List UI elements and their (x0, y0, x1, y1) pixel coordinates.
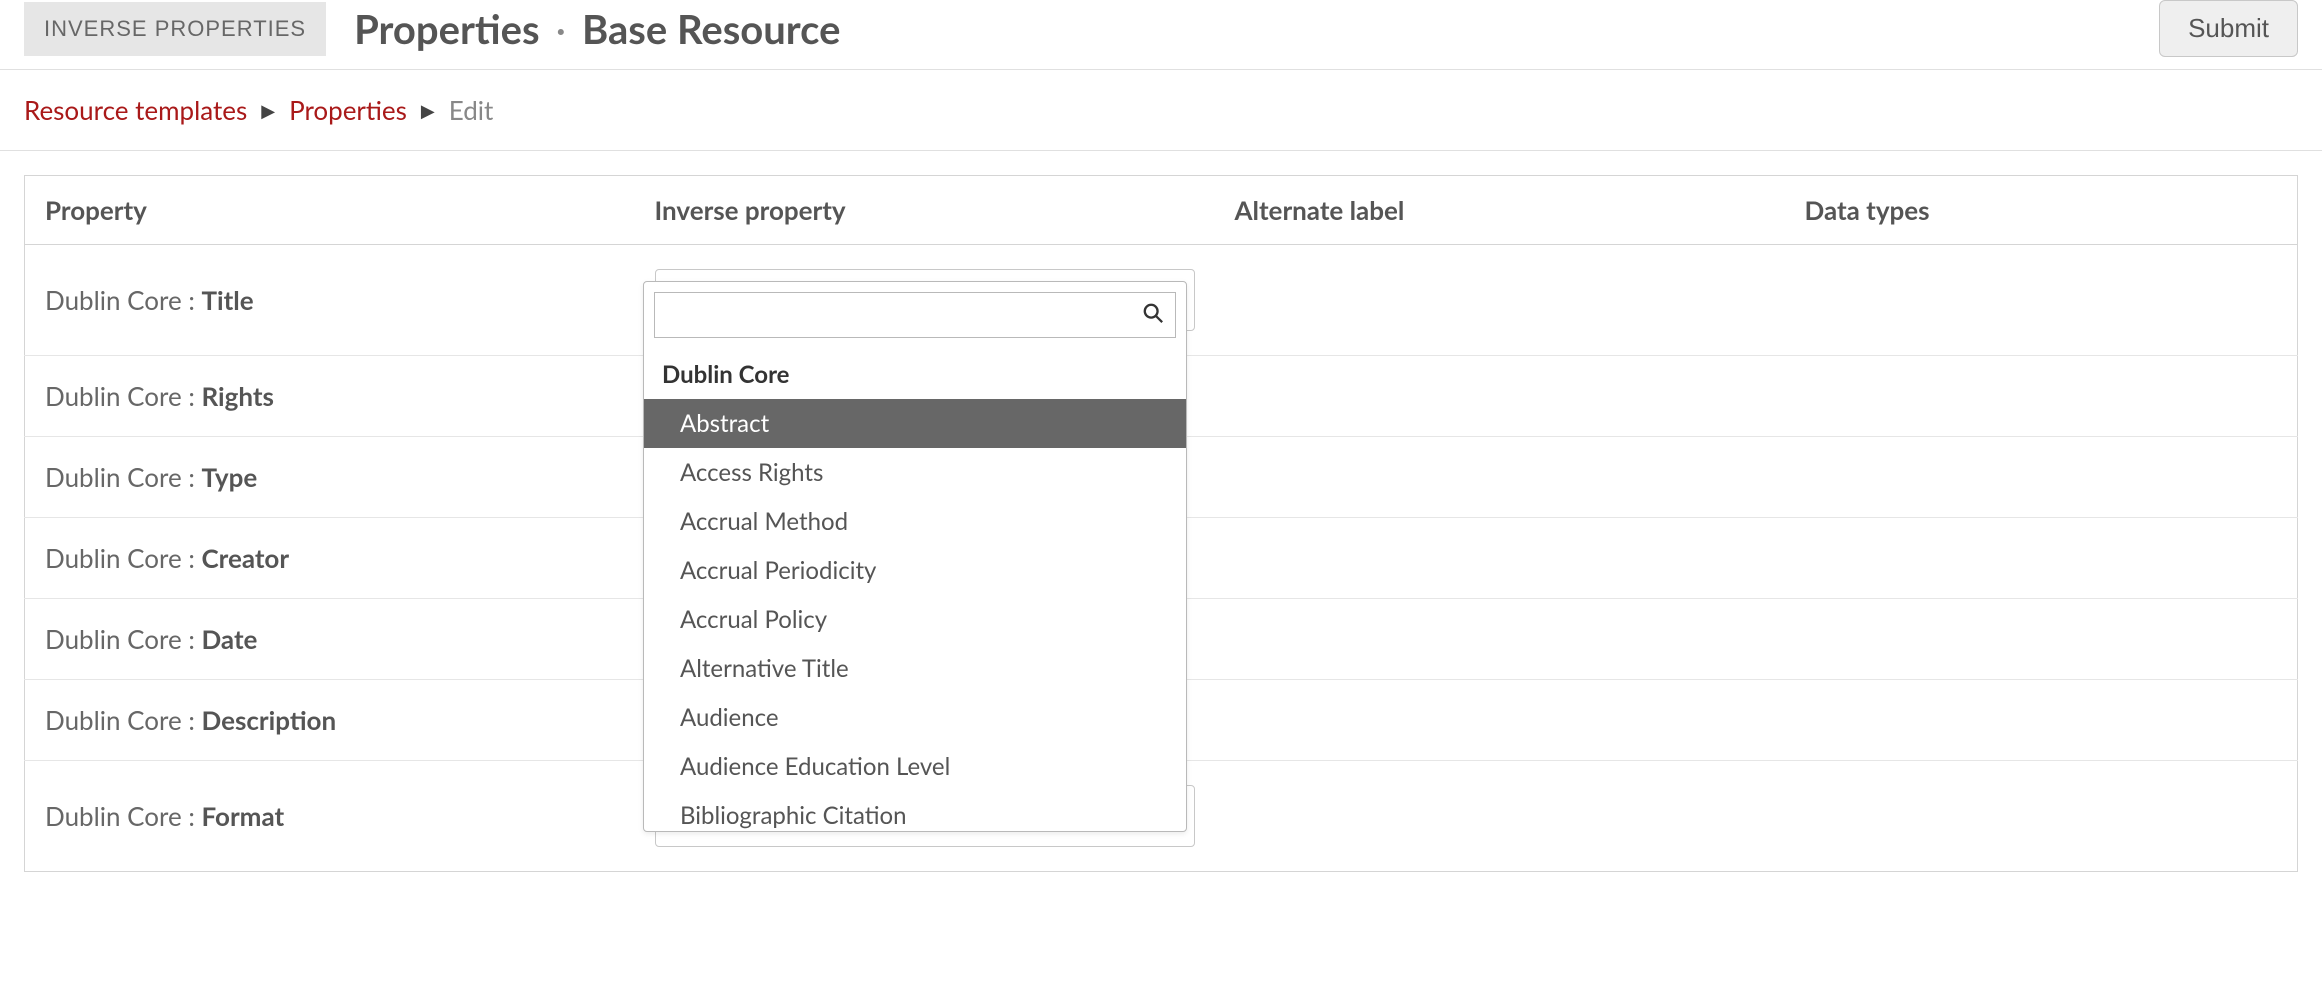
property-cell: Dublin Core : Type (25, 437, 635, 518)
property-term: Format (201, 800, 284, 832)
data-types-cell (1785, 761, 2298, 872)
page-title-main: Properties (354, 5, 539, 53)
data-types-cell (1785, 245, 2298, 356)
dropdown-item-accrual-policy[interactable]: Accrual Policy (644, 595, 1186, 644)
property-vocab: Dublin Core : (45, 800, 201, 832)
dropdown-item-audience[interactable]: Audience (644, 693, 1186, 742)
breadcrumb: Resource templates ▶ Properties ▶ Edit (0, 70, 2322, 151)
column-header-property: Property (25, 176, 635, 245)
column-header-datatypes: Data types (1785, 176, 2298, 245)
breadcrumb-separator-icon: ▶ (261, 99, 275, 122)
property-term: Rights (201, 380, 273, 412)
column-header-inverse: Inverse property (635, 176, 1215, 245)
submit-button[interactable]: Submit (2159, 0, 2298, 57)
dropdown-item-audience-education-level[interactable]: Audience Education Level (644, 742, 1186, 791)
dropdown-item-access-rights[interactable]: Access Rights (644, 448, 1186, 497)
property-vocab: Dublin Core : (45, 704, 201, 736)
dropdown-item-accrual-method[interactable]: Accrual Method (644, 497, 1186, 546)
header-left: INVERSE PROPERTIES Properties · Base Res… (24, 2, 2159, 56)
property-term: Type (201, 461, 257, 493)
property-dropdown: Dublin Core Abstract Access Rights Accru… (643, 281, 1187, 832)
page-header: INVERSE PROPERTIES Properties · Base Res… (0, 0, 2322, 70)
property-cell: Dublin Core : Rights (25, 356, 635, 437)
property-cell: Dublin Core : Format (25, 761, 635, 872)
dropdown-group-label: Dublin Core (644, 348, 1186, 399)
property-term: Description (201, 704, 336, 736)
property-vocab: Dublin Core : (45, 284, 201, 316)
properties-table-wrap: Property Inverse property Alternate labe… (0, 151, 2322, 896)
breadcrumb-current: Edit (449, 94, 494, 126)
property-vocab: Dublin Core : (45, 380, 201, 412)
dropdown-item-abstract[interactable]: Abstract (644, 399, 1186, 448)
property-cell: Dublin Core : Date (25, 599, 635, 680)
property-vocab: Dublin Core : (45, 461, 201, 493)
property-term: Date (201, 623, 257, 655)
dropdown-search-input[interactable] (654, 292, 1176, 338)
property-cell: Dublin Core : Description (25, 680, 635, 761)
dropdown-item-alternative-title[interactable]: Alternative Title (644, 644, 1186, 693)
page-title-sub: Base Resource (582, 5, 840, 53)
breadcrumb-separator-icon: ▶ (421, 99, 435, 122)
property-vocab: Dublin Core : (45, 542, 201, 574)
breadcrumb-properties[interactable]: Properties (289, 94, 407, 126)
column-header-alternate: Alternate label (1215, 176, 1785, 245)
dropdown-search-wrap (644, 282, 1186, 348)
alternate-label-cell (1215, 761, 1785, 872)
page-title: Properties · Base Resource (354, 5, 840, 53)
breadcrumb-resource-templates[interactable]: Resource templates (24, 94, 247, 126)
alternate-label-cell (1215, 245, 1785, 356)
property-cell: Dublin Core : Title (25, 245, 635, 356)
property-term: Title (201, 284, 253, 316)
page-title-separator: · (556, 5, 566, 53)
property-vocab: Dublin Core : (45, 623, 201, 655)
dropdown-item-accrual-periodicity[interactable]: Accrual Periodicity (644, 546, 1186, 595)
property-term: Creator (201, 542, 289, 574)
inverse-properties-tab[interactable]: INVERSE PROPERTIES (24, 2, 326, 56)
dropdown-item-cutoff[interactable]: Bibliographic Citation (644, 791, 1186, 831)
property-cell: Dublin Core : Creator (25, 518, 635, 599)
